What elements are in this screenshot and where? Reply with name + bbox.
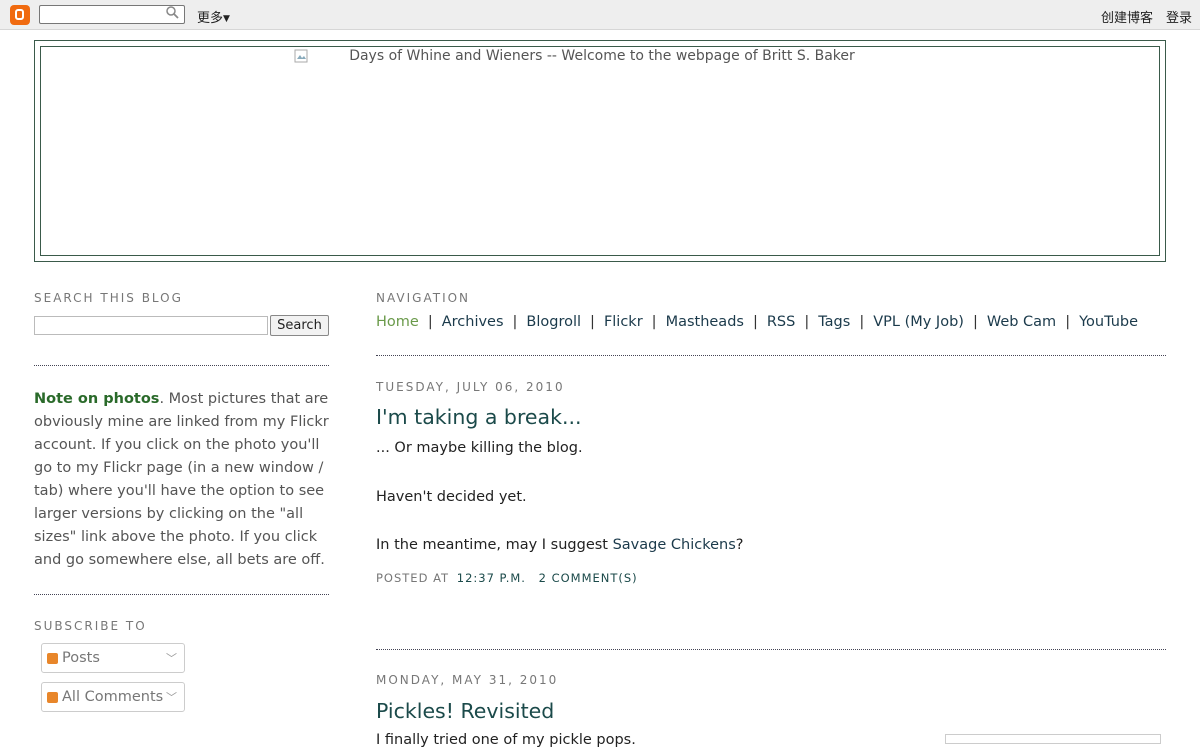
header-image-alt-text: Days of Whine and Wieners -- Welcome to … (349, 48, 855, 64)
nav-link-rss[interactable]: RSS (767, 314, 795, 330)
nav-link-blogroll[interactable]: Blogroll (526, 314, 581, 330)
more-menu[interactable]: 更多▼ (197, 7, 230, 26)
feed-icon (47, 653, 58, 664)
divider (34, 365, 329, 366)
posted-at-label: POSTED AT (376, 571, 450, 585)
sign-in-link[interactable]: 登录 (1166, 7, 1192, 26)
post-body-line: I finally tried one of my pickle pops. (376, 732, 636, 748)
divider (376, 355, 1166, 356)
post-comments-link[interactable]: 2 COMMENT(S) (539, 571, 638, 585)
divider (376, 649, 1166, 650)
subscribe-heading: SUBSCRIBE TO (34, 619, 147, 633)
post-body-line: Haven't decided yet. (376, 489, 527, 505)
divider (34, 594, 329, 595)
post-body-line: In the meantime, may I suggest Savage Ch… (376, 537, 744, 553)
nav-link-tags[interactable]: Tags (818, 314, 850, 330)
create-blog-link[interactable]: 创建博客 (1101, 7, 1153, 26)
subscribe-comments-label: All Comments (62, 689, 164, 705)
nav-link-youtube[interactable]: YouTube (1079, 314, 1138, 330)
post-title[interactable]: I'm taking a break... (376, 405, 582, 429)
magnifier-icon[interactable] (166, 6, 179, 19)
caret-down-icon: ▼ (223, 14, 230, 24)
nav-link-vpl[interactable]: VPL (My Job) (873, 314, 964, 330)
post-footer: POSTED AT 12:37 P.M. 2 COMMENT(S) (376, 571, 638, 585)
note-title: Note on photos (34, 391, 160, 407)
post-image[interactable] (945, 734, 1161, 744)
post-date: MONDAY, MAY 31, 2010 (376, 673, 559, 687)
subscribe-comments-dropdown[interactable]: All Comments ﹀ (41, 682, 185, 712)
nav-link-archives[interactable]: Archives (442, 314, 504, 330)
header-image-frame[interactable]: Days of Whine and Wieners -- Welcome to … (40, 46, 1160, 256)
nav-link-mastheads[interactable]: Mastheads (666, 314, 744, 330)
blogger-navbar: 更多▼ 创建博客 登录 (0, 0, 1200, 30)
nav-link-flickr[interactable]: Flickr (604, 314, 643, 330)
blogger-icon[interactable] (10, 5, 30, 25)
chevron-down-icon: ﹀ (166, 691, 177, 704)
post-title[interactable]: Pickles! Revisited (376, 699, 554, 723)
more-label: 更多 (197, 11, 224, 26)
note-on-photos: Note on photos. Most pictures that are o… (34, 388, 330, 572)
navigation-links: Home | Archives | Blogroll | Flickr | Mastheads |… (376, 314, 1139, 330)
blog-header: Days of Whine and Wieners -- Welcome to … (34, 40, 1166, 262)
nav-link-webcam[interactable]: Web Cam (987, 314, 1056, 330)
search-button[interactable]: Search (270, 315, 329, 336)
note-text: . Most pictures that are obviously mine … (34, 391, 329, 568)
subscribe-posts-dropdown[interactable]: Posts ﹀ (41, 643, 185, 673)
navbar-search-input[interactable] (39, 5, 185, 24)
subscribe-posts-label: Posts (62, 650, 100, 666)
post-date: TUESDAY, JULY 06, 2010 (376, 380, 565, 394)
post-time-link[interactable]: 12:37 P.M. (457, 571, 526, 585)
blog-search-input[interactable] (34, 316, 268, 335)
search-heading: SEARCH THIS BLOG (34, 291, 183, 305)
navigation-heading: NAVIGATION (376, 291, 471, 305)
chevron-down-icon: ﹀ (166, 652, 177, 665)
post-body-line: ... Or maybe killing the blog. (376, 440, 583, 456)
nav-link-home[interactable]: Home (376, 314, 419, 330)
feed-icon (47, 692, 58, 703)
savage-chickens-link[interactable]: Savage Chickens (613, 537, 736, 553)
